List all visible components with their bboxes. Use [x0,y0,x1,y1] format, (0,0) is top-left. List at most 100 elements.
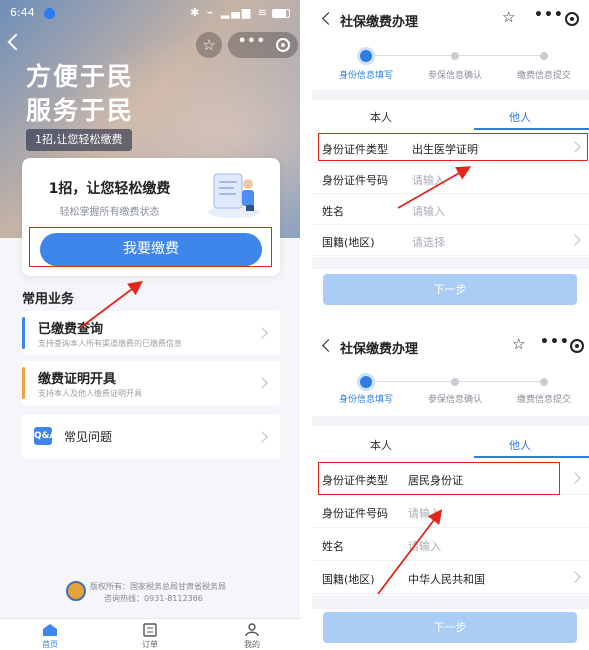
hero-slogan: 方便于民 服务于民 [26,60,134,128]
slogan-line-2: 服务于民 [26,96,135,125]
biz-item-name: 缴费证明开具 [38,372,117,387]
step-dot [540,378,548,386]
field-id-number[interactable]: 身份证件号码 请输入 [312,495,589,528]
status-icons: ✱ ⌁ ▂▄▆ ≋ [190,6,290,19]
segment-underline [474,456,589,458]
pay-card-subtitle: 轻松掌握所有缴费状态 [59,207,160,218]
biz-item-desc: 支持本人及他人缴费证明开具 [38,389,142,398]
field-name[interactable]: 姓名 请输入 [312,528,589,561]
hero-badge: 1招,让您轻松缴费 [26,129,132,151]
footer-line-2: 咨询热线：0931-8112366 [104,594,203,603]
star-icon[interactable]: ☆ [502,8,515,26]
tab-home[interactable]: 首页 [20,623,80,650]
notification-icon [44,8,55,19]
segment-underline [474,128,589,130]
capsule-pill: ••• [228,32,298,58]
section-gap [312,416,589,426]
field-label: 姓名 [322,540,344,553]
tab-label: 订单 [142,640,158,649]
step-label-3: 缴费信息提交 [516,395,571,405]
nav-bar: 社保缴费办理 ☆ ••• [312,327,589,361]
step-dot-active [360,50,372,62]
slogan-line-1: 方便于民 [26,62,135,91]
field-value: 请选择 [412,236,445,249]
field-value: 中华人民共和国 [408,573,485,586]
order-icon [143,623,157,637]
more-icon[interactable]: ••• [540,334,570,350]
biz-item-faq[interactable]: Q&A 常见问题 [22,415,280,459]
tab-orders[interactable]: 订单 [120,623,180,650]
field-label: 国籍(地区) [322,236,375,249]
field-label: 身份证件号码 [322,507,388,520]
tab-label: 我的 [244,640,260,649]
step-label-2: 参保信息确认 [427,395,482,405]
field-input-placeholder[interactable]: 请输入 [412,172,445,188]
biz-item-name: 已缴费查询 [38,322,104,337]
field-id-number[interactable]: 身份证件号码 请输入 [312,163,589,194]
chevron-right-icon [569,472,581,484]
field-label: 姓名 [322,205,344,218]
step-dot [451,52,459,60]
chevron-right-icon [256,431,268,443]
mini-program-capsule: ☆ ••• [196,32,298,58]
segment-self[interactable]: 本人 [312,109,450,125]
chevron-right-icon [256,377,268,389]
bottom-tab-bar: 首页 订单 我的 [0,618,300,650]
page-title: 社保缴费办理 [340,342,419,357]
payment-illustration [208,173,260,218]
highlight-box-id-type-top [318,133,588,161]
page-title: 社保缴费办理 [340,15,419,30]
left-phone-screen: 6:44 ✱ ⌁ ▂▄▆ ≋ ☆ ••• 方便于民 服务于民 1招,让您轻松缴费… [0,0,300,650]
back-icon[interactable] [322,12,335,25]
battery-icon [272,8,290,18]
biz-item-desc: 支持查询本人所有渠道缴费的已缴费信息 [38,339,182,348]
more-icon[interactable]: ••• [534,7,564,23]
close-target-icon[interactable] [570,339,584,353]
back-icon[interactable] [322,339,335,352]
nav-bar: 社保缴费办理 ☆ ••• [312,0,589,34]
step-label-1: 身份信息填写 [338,395,393,405]
section-gap [312,90,589,100]
chevron-right-icon [569,571,581,583]
field-input-placeholder[interactable]: 请输入 [412,203,445,219]
pay-card-title: 1招，让您轻松缴费 [48,181,171,197]
next-step-button[interactable]: 下一步 [323,612,577,643]
field-nationality[interactable]: 国籍(地区) 请选择 [312,225,589,256]
biz-item-paid-query[interactable]: 已缴费查询 支持查询本人所有渠道缴费的已缴费信息 [22,311,280,355]
step-dot-active [360,376,372,388]
step-dot [451,378,459,386]
faq-label: 常见问题 [64,430,113,444]
status-bar: 6:44 ✱ ⌁ ▂▄▆ ≋ [10,6,290,22]
user-icon [245,623,259,637]
next-step-button[interactable]: 下一步 [323,274,577,305]
chevron-right-icon [256,327,268,339]
segment-self[interactable]: 本人 [312,437,450,453]
tab-label: 首页 [42,640,58,649]
biz-item-payment-certificate[interactable]: 缴费证明开具 支持本人及他人缴费证明开具 [22,361,280,405]
highlight-box-pay-button [29,227,272,267]
step-dot [540,52,548,60]
field-label: 国籍(地区) [322,573,375,586]
field-input-placeholder[interactable]: 请输入 [408,538,441,554]
home-icon [43,624,57,636]
star-icon[interactable]: ☆ [196,32,222,58]
close-target-icon[interactable] [565,12,579,26]
faq-icon: Q&A [34,427,56,445]
more-icon[interactable]: ••• [238,34,266,49]
step-label-2: 参保信息确认 [427,71,482,81]
tax-bureau-emblem-icon [66,581,86,601]
field-nationality[interactable]: 国籍(地区) 中华人民共和国 [312,561,589,594]
star-icon[interactable]: ☆ [512,335,525,353]
tab-mine[interactable]: 我的 [222,623,282,650]
field-label: 身份证件号码 [322,174,388,187]
segment-others[interactable]: 他人 [451,437,589,453]
step-label-3: 缴费信息提交 [516,71,571,81]
highlight-box-id-type-bottom [318,462,560,495]
field-input-placeholder[interactable]: 请输入 [408,505,441,521]
section-gap [312,257,589,269]
section-gap [312,595,589,609]
close-target-icon[interactable] [276,38,290,52]
field-name[interactable]: 姓名 请输入 [312,194,589,225]
section-title-common-business: 常用业务 [22,292,75,307]
segment-others[interactable]: 他人 [451,109,589,125]
